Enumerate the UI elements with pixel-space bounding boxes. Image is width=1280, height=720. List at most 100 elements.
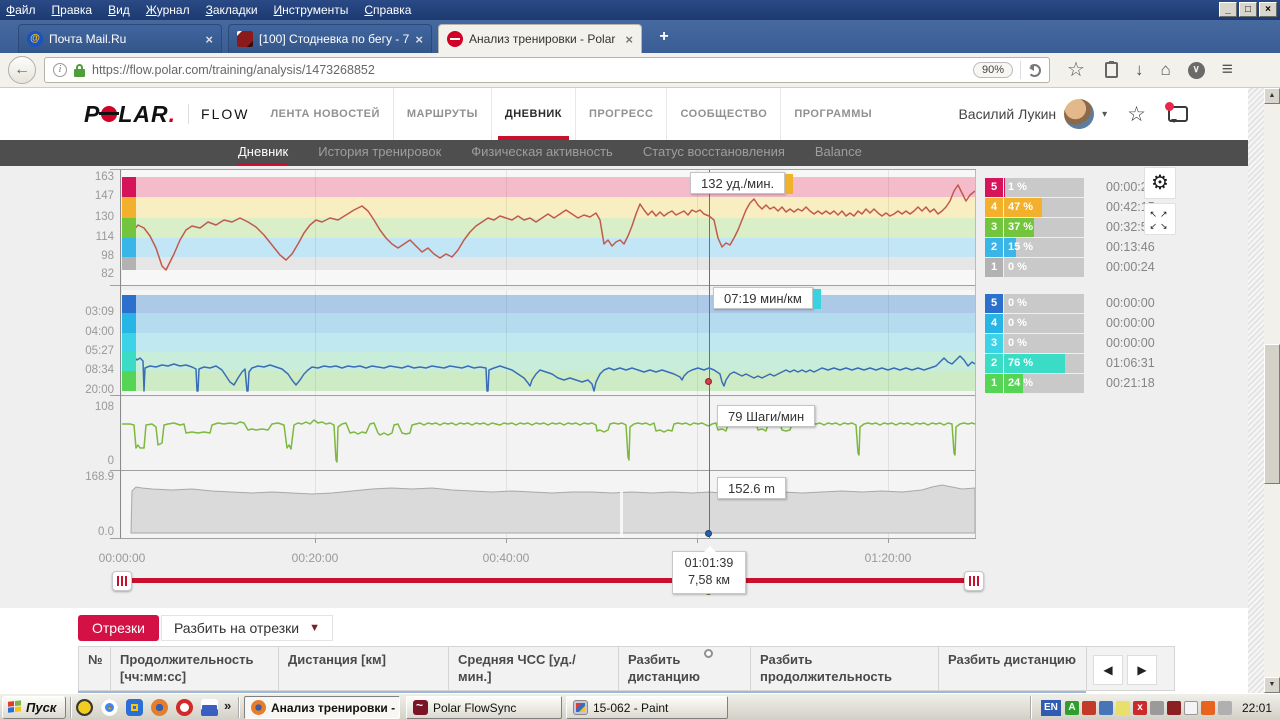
slider-handle-right[interactable]: [964, 571, 984, 591]
url-text[interactable]: https://flow.polar.com/training/analysis…: [92, 63, 966, 77]
polar-nav-item[interactable]: ДНЕВНИК: [490, 88, 575, 140]
pocket-icon[interactable]: ∨: [1187, 61, 1205, 79]
heart-rate-chart[interactable]: 163 147 130 114 98 82: [0, 170, 985, 285]
slider-handle-left[interactable]: [112, 571, 132, 591]
menu-item-Справка[interactable]: Справка: [364, 3, 411, 17]
polar-logo[interactable]: P LAR.: [84, 101, 176, 128]
menu-item-Правка[interactable]: Правка: [52, 3, 93, 17]
task-paint[interactable]: 15-062 - Paint: [566, 696, 728, 719]
pace-chart[interactable]: 03:09 04:00 05:27 08:34 20:00: [0, 290, 985, 396]
tray-webcam-icon[interactable]: [1149, 700, 1164, 715]
tab-polar-analysis[interactable]: Анализ тренировки - Polar F... ×: [438, 24, 642, 53]
menu-item-Вид[interactable]: Вид: [108, 3, 130, 17]
menu-item-Файл[interactable]: Файл: [6, 3, 36, 17]
plot-area[interactable]: [122, 471, 975, 538]
polar-nav-item[interactable]: ПРОГРЕСС: [575, 88, 666, 140]
subnav-item[interactable]: Balance: [815, 141, 862, 165]
menu-item-Журнал[interactable]: Журнал: [146, 3, 190, 17]
column-header[interactable]: Разбить продолжительность: [751, 647, 939, 690]
scroll-up-button[interactable]: ▲: [1264, 88, 1280, 104]
slider-track[interactable]: [130, 578, 970, 583]
scroll-down-button[interactable]: ▼: [1264, 677, 1280, 693]
subnav-item[interactable]: Дневник: [238, 141, 289, 165]
tray-opera-icon[interactable]: [1166, 700, 1181, 715]
pace-zone-row[interactable]: 3 0 % 00:00:00: [985, 334, 1185, 353]
subnav-item[interactable]: Статус восстановления: [643, 141, 785, 165]
subnav-item[interactable]: История тренировок: [318, 141, 441, 165]
next-page-button[interactable]: ▶: [1127, 655, 1157, 685]
fullscreen-expand-button[interactable]: ↖↗ ↙↘: [1144, 203, 1176, 235]
tray-security-shield-icon[interactable]: x: [1132, 700, 1147, 715]
polar-nav-item[interactable]: ПРОГРАММЫ: [780, 88, 885, 140]
prev-page-button[interactable]: ◀: [1093, 655, 1123, 685]
tray-mail-icon[interactable]: [1183, 700, 1198, 715]
hr-zone-row[interactable]: 2 15 % 00:13:46: [985, 238, 1185, 257]
subnav-item[interactable]: Физическая активность: [471, 141, 613, 165]
info-icon[interactable]: i: [53, 63, 67, 77]
language-indicator[interactable]: EN: [1040, 699, 1061, 716]
tray-avira-icon[interactable]: [1200, 700, 1215, 715]
avatar[interactable]: [1064, 99, 1095, 129]
column-header[interactable]: Разбить дистанцию: [939, 647, 1087, 690]
task-firefox-analysis[interactable]: Анализ тренировки - ...: [244, 696, 400, 719]
polar-nav-item[interactable]: ЛЕНТА НОВОСТЕЙ: [257, 88, 392, 140]
column-header[interactable]: №: [79, 647, 111, 690]
tray-punto-icon[interactable]: A: [1064, 700, 1079, 715]
menu-item-Инструменты[interactable]: Инструменты: [274, 3, 349, 17]
range-slider[interactable]: [0, 570, 1248, 592]
altitude-chart[interactable]: 168.9 0.0: [0, 471, 985, 538]
ql-save-icon[interactable]: [201, 699, 218, 716]
bookmark-star-icon[interactable]: ☆: [1067, 60, 1085, 80]
tab-close-icon[interactable]: ×: [205, 32, 213, 47]
tab-mailru[interactable]: @ Почта Mail.Ru ×: [18, 24, 222, 53]
plot-area[interactable]: [122, 170, 975, 285]
favorites-star-icon[interactable]: ☆: [1127, 102, 1146, 127]
notifications-icon[interactable]: [1165, 102, 1188, 123]
plot-area[interactable]: [122, 290, 975, 395]
pace-zone-row[interactable]: 1 24 % 00:21:18: [985, 374, 1185, 393]
close-window-button[interactable]: ×: [1259, 2, 1277, 17]
cadence-chart[interactable]: 108 0: [0, 397, 985, 470]
vertical-scrollbar[interactable]: ▲ ▼: [1264, 88, 1280, 693]
ql-app-icon[interactable]: [76, 699, 93, 716]
column-header[interactable]: Продолжительность [чч:мм:сс]: [111, 647, 279, 690]
tray-bug-icon[interactable]: [1081, 700, 1096, 715]
column-header[interactable]: Дистанция [км]: [279, 647, 449, 690]
menu-item-Закладки[interactable]: Закладки: [206, 3, 258, 17]
hr-zone-row[interactable]: 1 0 % 00:00:24: [985, 258, 1185, 277]
column-header[interactable]: Средняя ЧСС [уд./мин.]: [449, 647, 619, 690]
ql-firefox-icon[interactable]: [151, 699, 168, 716]
tray-volume-icon[interactable]: [1217, 700, 1232, 715]
tab-close-icon[interactable]: ×: [415, 32, 423, 47]
hamburger-menu-icon[interactable]: ≡: [1222, 60, 1233, 80]
pace-zone-row[interactable]: 4 0 % 00:00:00: [985, 314, 1185, 333]
back-button[interactable]: ←: [8, 56, 36, 84]
polar-nav-item[interactable]: СООБЩЕСТВО: [666, 88, 780, 140]
home-icon[interactable]: ⌂: [1160, 60, 1170, 80]
zoom-level-badge[interactable]: 90%: [972, 62, 1013, 78]
pace-zone-row[interactable]: 5 0 % 00:00:00: [985, 294, 1185, 313]
column-header[interactable]: Разбить дистанцию: [619, 647, 751, 690]
settings-gear-button[interactable]: ⚙: [1144, 167, 1176, 199]
start-button[interactable]: Пуск: [2, 696, 66, 719]
ql-opera-icon[interactable]: [176, 699, 193, 716]
downloads-icon[interactable]: ↓: [1135, 60, 1144, 80]
task-flowsync[interactable]: Polar FlowSync: [406, 696, 562, 719]
minimize-button[interactable]: _: [1219, 2, 1237, 17]
tab-stodnevka[interactable]: [100] Стодневка по бегу - 7... ×: [228, 24, 432, 53]
user-menu-caret-icon[interactable]: ▾: [1102, 109, 1107, 120]
tab-close-icon[interactable]: ×: [625, 32, 633, 47]
bookmarks-panel-icon[interactable]: [1104, 61, 1118, 78]
polar-nav-item[interactable]: МАРШРУТЫ: [392, 88, 491, 140]
split-segments-dropdown[interactable]: Разбить на отрезки ▼: [160, 615, 333, 641]
ql-mailru-icon[interactable]: [126, 699, 143, 716]
segments-button[interactable]: Отрезки: [78, 615, 159, 641]
url-bar[interactable]: i https://flow.polar.com/training/analys…: [44, 57, 1050, 83]
chart-cursor-line[interactable]: [709, 170, 710, 538]
scrollbar-thumb[interactable]: [1264, 344, 1280, 484]
new-tab-button[interactable]: +: [652, 28, 676, 46]
tray-notes-icon[interactable]: [1115, 700, 1130, 715]
ql-chrome-icon[interactable]: [101, 699, 118, 716]
restore-button[interactable]: □: [1239, 2, 1257, 17]
user-name[interactable]: Василий Лукин: [958, 106, 1056, 122]
